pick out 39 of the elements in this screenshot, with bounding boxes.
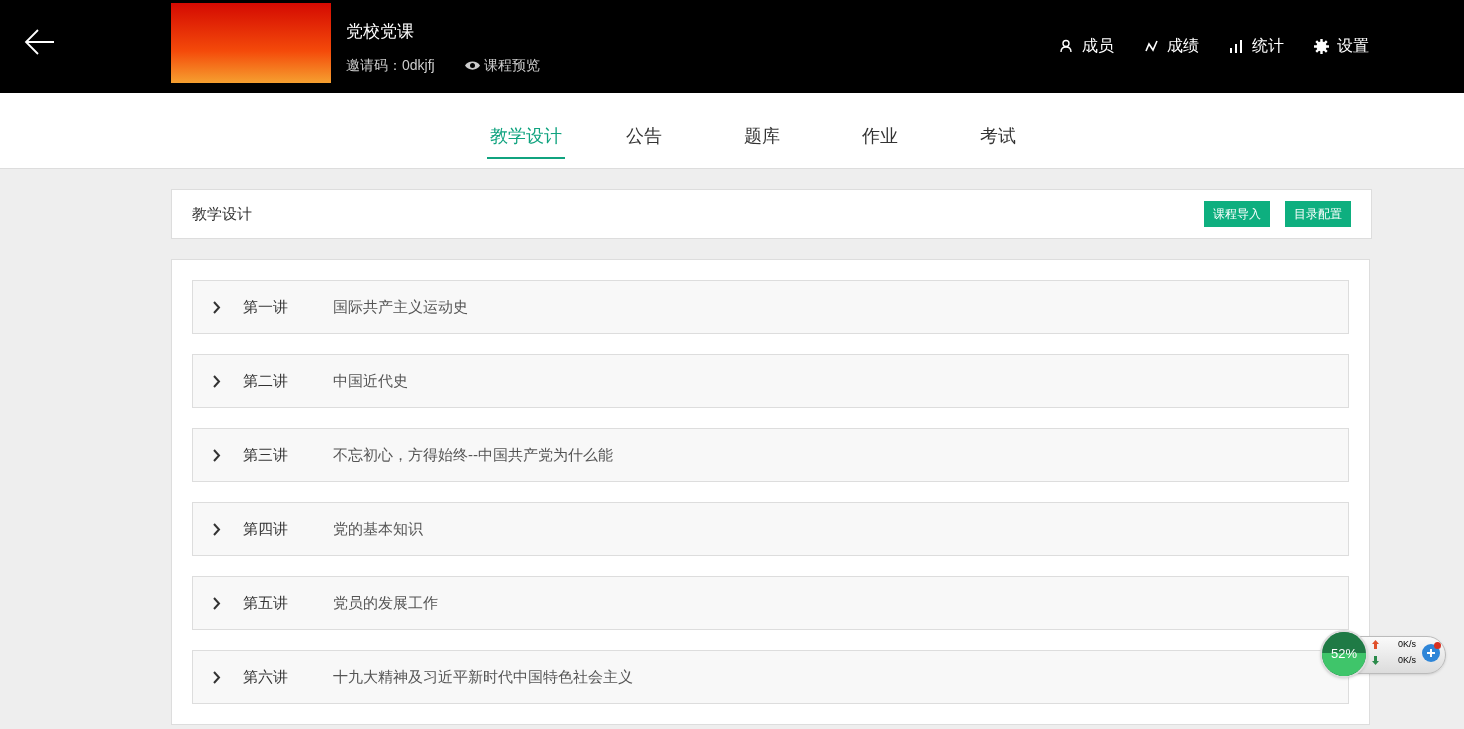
download-speed: 0K/s [1398,654,1416,667]
lesson-title: 国际共产主义运动史 [333,296,468,317]
header-nav-link[interactable]: 成员 [1060,34,1114,58]
back-arrow-icon[interactable] [24,28,56,56]
download-arrow-icon [1372,656,1379,665]
lesson-title: 不忘初心，方得始终--中国共产党为什么能 [333,444,613,465]
invite-code: 邀请码：0dkjfj [346,56,435,75]
lesson-number: 第六讲 [243,666,289,687]
person-icon [1060,39,1074,53]
upload-speed: 0K/s [1398,638,1416,651]
tab[interactable]: 作业 [859,115,901,159]
bar-chart-icon [1229,39,1244,53]
lesson-number: 第二讲 [243,370,289,391]
lesson-row[interactable]: 第二讲 中国近代史 [192,354,1349,408]
lesson-title: 党的基本知识 [333,518,423,539]
lesson-number: 第四讲 [243,518,289,539]
tab[interactable]: 考试 [977,115,1019,159]
tab[interactable]: 题库 [741,115,783,159]
lesson-title: 中国近代史 [333,370,408,391]
header-nav-link[interactable]: 成绩 [1144,34,1199,58]
settings-icon [1314,38,1329,54]
course-preview-link[interactable]: 课程预览 [464,55,540,76]
eye-icon [464,60,481,71]
lesson-row[interactable]: 第四讲 党的基本知识 [192,502,1349,556]
lesson-row[interactable]: 第五讲 党员的发展工作 [192,576,1349,630]
line-graph-icon [1144,39,1159,53]
lesson-number: 第五讲 [243,592,289,613]
section-title: 教学设计 [192,203,253,224]
tab[interactable]: 公告 [623,115,665,159]
lesson-row[interactable]: 第三讲 不忘初心，方得始终--中国共产党为什么能 [192,428,1349,482]
lesson-number: 第一讲 [243,296,289,317]
lesson-title: 十九大精神及习近平新时代中国特色社会主义 [333,666,633,687]
lesson-number: 第三讲 [243,444,289,465]
course-title: 党校党课 [346,21,414,43]
lesson-title: 党员的发展工作 [333,592,438,613]
lesson-row[interactable]: 第一讲 国际共产主义运动史 [192,280,1349,334]
header-nav-link[interactable]: 统计 [1229,34,1284,58]
header-nav-link[interactable]: 设置 [1314,34,1369,58]
upload-arrow-icon [1372,640,1379,649]
